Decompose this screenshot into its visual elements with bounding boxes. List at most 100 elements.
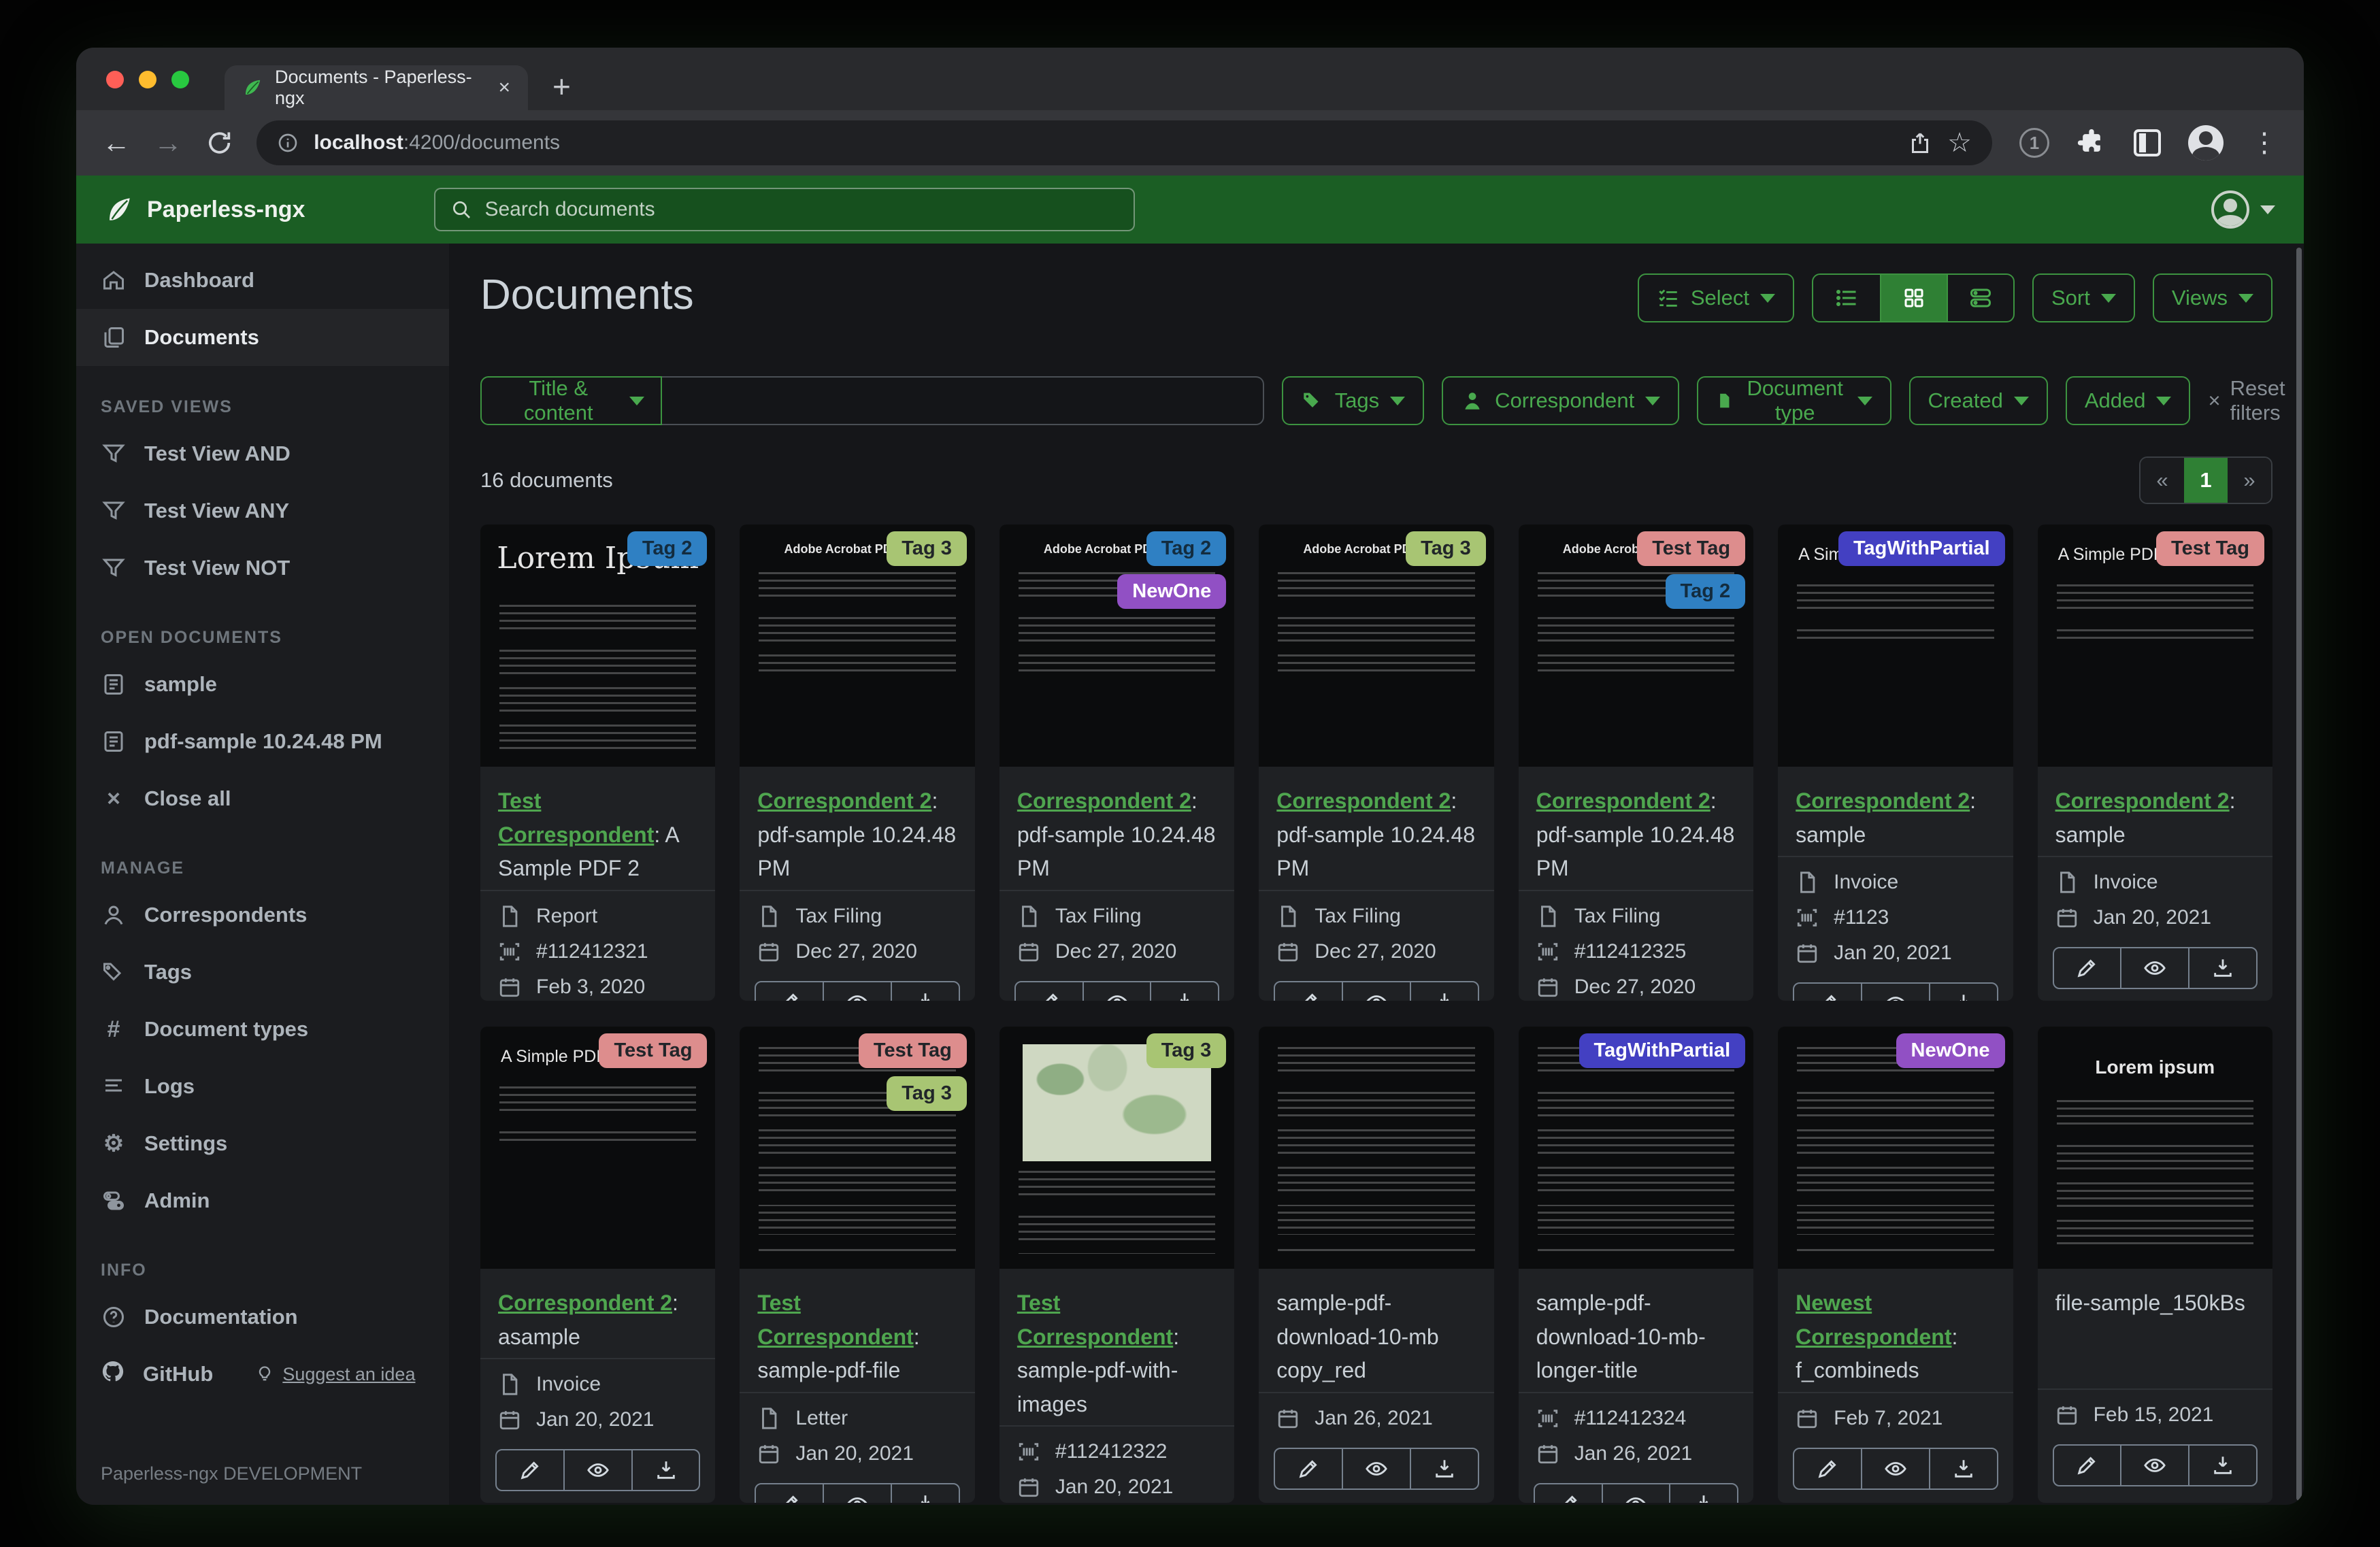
suggest-idea-link[interactable]: Suggest an idea [255,1364,415,1385]
views-button[interactable]: Views [2152,273,2272,322]
sidebar-item-open-document[interactable]: pdf-sample 10.24.48 PM [76,713,449,770]
tag-badge[interactable]: Tag 2 [1146,531,1227,566]
edit-button[interactable] [756,1484,823,1503]
document-thumbnail[interactable]: TagWithPartial [1518,1027,1754,1269]
download-button[interactable] [1409,1448,1478,1488]
document-card[interactable]: Lorem ipsum file-sample_150kBs Feb 15, 2… [2037,1027,2272,1503]
correspondent-link[interactable]: Newest Correspondent [1796,1291,1951,1349]
view-button[interactable] [563,1450,631,1491]
next-page-button[interactable]: » [2228,458,2271,503]
tag-badge[interactable]: Tag 2 [627,531,708,566]
tag-badge[interactable]: TagWithPartial [1838,531,2005,566]
document-thumbnail[interactable] [1259,1027,1494,1269]
correspondent-link[interactable]: Correspondent 2 [1796,788,1970,813]
correspondent-link[interactable]: Correspondent 2 [1017,788,1191,813]
tag-badge[interactable]: Tag 3 [887,531,967,566]
view-button[interactable] [2120,948,2188,988]
correspondent-link[interactable]: Correspondent 2 [2055,788,2230,813]
view-button[interactable] [1342,1448,1410,1488]
tag-badge[interactable]: NewOne [1117,574,1227,609]
download-button[interactable] [1409,982,1478,1001]
account-menu[interactable] [2211,190,2275,229]
sidebar-item-saved-view[interactable]: Test View ANY [76,482,449,539]
tag-badge[interactable]: Tag 3 [887,1076,967,1111]
tag-badge[interactable]: Tag 3 [1146,1033,1227,1068]
correspondent-link[interactable]: Correspondent 2 [498,1291,672,1315]
filter-field-button[interactable]: Title & content [480,376,663,425]
edit-button[interactable] [1275,1449,1342,1488]
search-input[interactable] [484,198,1119,221]
created-filter-button[interactable]: Created [1908,376,2048,425]
download-button[interactable] [1669,1484,1737,1503]
tag-badge[interactable]: Tag 3 [1406,531,1486,566]
edit-button[interactable] [1794,1449,1861,1488]
close-tab-icon[interactable]: × [498,76,510,99]
sort-button[interactable]: Sort [2032,273,2135,322]
download-button[interactable] [1928,1448,1997,1488]
view-button[interactable] [1860,984,1929,1001]
list-view-button[interactable] [1813,275,1880,321]
document-card[interactable]: A Simple PDF File Test Tag Correspondent… [2037,525,2272,1001]
sidebar-item-documents[interactable]: Documents [76,309,449,366]
download-button[interactable] [631,1450,699,1491]
close-window-button[interactable] [106,71,124,88]
detail-view-button[interactable] [1947,275,2013,321]
document-thumbnail[interactable]: Adobe Acrobat PDF Files Tag 3 [1259,525,1494,767]
sidebar-item-tags[interactable]: Tags [76,944,449,1001]
tags-filter-button[interactable]: Tags [1281,376,1425,425]
tag-badge[interactable]: Test Tag [858,1033,967,1068]
current-page-button[interactable]: 1 [2184,458,2228,503]
download-button[interactable] [1928,984,1997,1001]
document-thumbnail[interactable]: NewOne [1778,1027,2013,1269]
new-tab-button[interactable]: + [552,68,571,105]
document-thumbnail[interactable]: A Simple PDF File TagWithPartial [1778,525,2013,767]
document-card[interactable]: Tag 3 Test Correspondent: sample-pdf-wit… [999,1027,1235,1503]
sidebar-item-documentation[interactable]: Documentation [76,1288,449,1346]
view-button[interactable] [823,1484,891,1503]
site-info-icon[interactable] [277,132,299,154]
document-thumbnail[interactable]: Test Tag Tag 3 [740,1027,975,1269]
correspondent-link[interactable]: Test Correspondent [757,1291,913,1349]
browser-profile-avatar[interactable] [2188,125,2224,161]
edit-button[interactable] [497,1450,563,1490]
reload-icon[interactable] [205,129,233,157]
reset-filters-button[interactable]: × Reset filters [2208,376,2285,425]
view-button[interactable] [1860,1448,1929,1488]
correspondent-filter-button[interactable]: Correspondent [1442,376,1680,425]
extensions-puzzle-icon[interactable] [2077,128,2106,158]
document-thumbnail[interactable]: Lorem ipsum [2037,1027,2272,1269]
browser-tab[interactable]: Documents - Paperless-ngx × [225,65,528,110]
download-button[interactable] [2188,948,2256,988]
document-card[interactable]: A Simple PDF File Test Tag Correspondent… [480,1027,716,1503]
correspondent-link[interactable]: Correspondent 2 [757,788,931,813]
document-card[interactable]: Adobe Acrobat PDF Files Tag 3 Correspond… [740,525,975,1001]
tag-badge[interactable]: Test Tag [1637,531,1746,566]
tag-badge[interactable]: Test Tag [599,1033,708,1068]
sidebar-item-saved-view[interactable]: Test View AND [76,425,449,482]
sidebar-item-logs[interactable]: Logs [76,1058,449,1115]
view-button[interactable] [823,982,891,1001]
download-button[interactable] [891,1484,959,1503]
grid-view-button[interactable] [1880,275,1947,321]
global-search[interactable] [434,188,1136,231]
url-text[interactable]: localhost:4200/documents [314,131,560,154]
document-thumbnail[interactable]: Adobe Acrobat PDF Files Tag 3 [740,525,975,767]
document-card[interactable]: Adobe Acrobat PDF Files Test Tag Tag 2 Co… [1518,525,1754,1001]
browser-menu-icon[interactable]: ⋮ [2251,127,2278,159]
edit-button[interactable] [1535,1484,1602,1503]
edit-button[interactable] [756,982,823,1001]
back-icon[interactable]: ← [102,129,131,157]
sidebar-item-saved-view[interactable]: Test View NOT [76,539,449,597]
sidebar-item-close-all[interactable]: × Close all [76,770,449,827]
document-thumbnail[interactable]: Adobe Acrobat PDF Files Test Tag Tag 2 [1518,525,1754,767]
document-thumbnail[interactable]: Lorem Ipsum Tag 2 [480,525,716,767]
forward-icon[interactable]: → [154,129,182,157]
document-thumbnail[interactable]: Adobe Acrobat PDF Files Tag 2 NewOne [999,525,1235,767]
sidebar-item-correspondents[interactable]: Correspondents [76,886,449,944]
document-thumbnail[interactable]: A Simple PDF File Test Tag [480,1027,716,1269]
document-type-filter-button[interactable]: Document type [1697,376,1891,425]
download-button[interactable] [2188,1446,2256,1485]
edit-button[interactable] [1016,982,1082,1001]
document-card[interactable]: NewOne Newest Correspondent: f_combineds… [1778,1027,2013,1503]
document-card[interactable]: TagWithPartial sample-pdf-download-10-mb… [1518,1027,1754,1503]
